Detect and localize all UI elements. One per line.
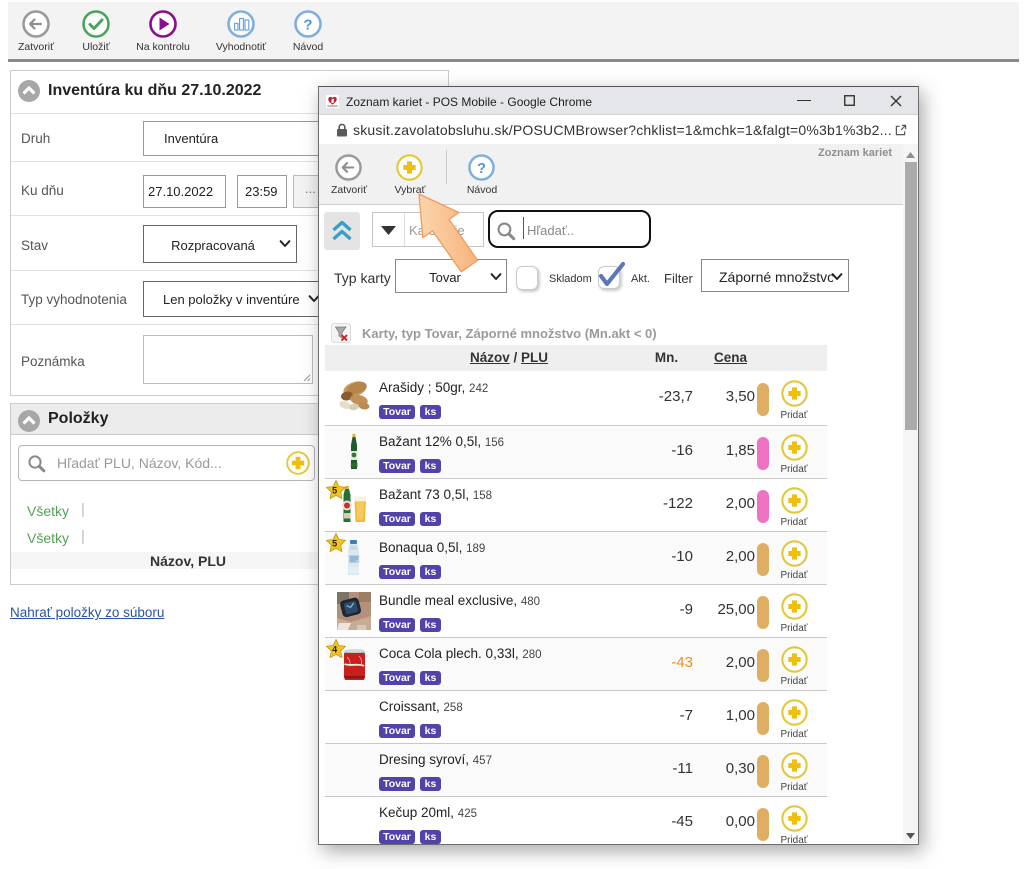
svg-text:5: 5: [332, 539, 337, 549]
svg-text:?: ?: [303, 17, 312, 34]
svg-text:?: ?: [477, 161, 486, 177]
svg-text:4: 4: [332, 645, 337, 655]
svg-text:5: 5: [332, 486, 337, 496]
